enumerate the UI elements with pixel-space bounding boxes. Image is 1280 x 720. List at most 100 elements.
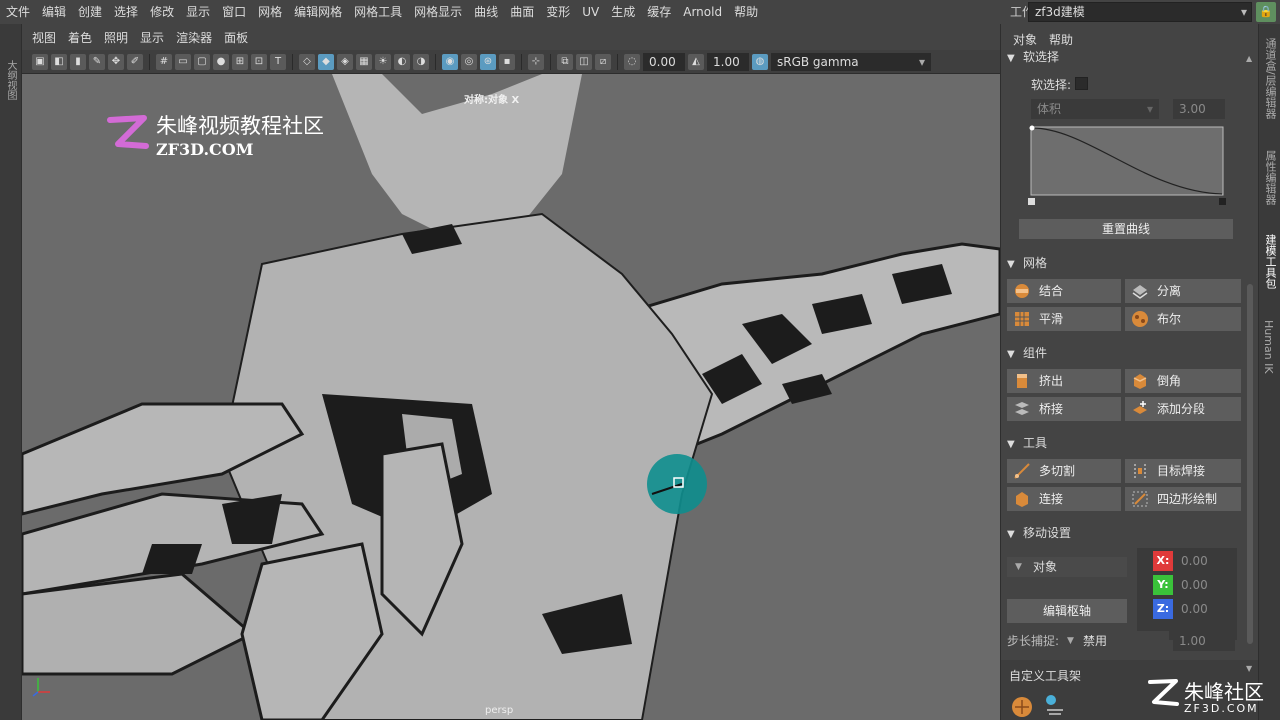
outliner-tab[interactable]: 大纲视图 (2, 60, 18, 100)
lights-icon[interactable]: ☀ (375, 53, 391, 70)
components-header[interactable]: ▼ 组件 (1007, 342, 1241, 364)
channel-box-tab[interactable]: 通道盒/层编辑器 (1262, 38, 1278, 119)
menu-item[interactable]: 曲线 (468, 0, 504, 24)
exposure-field[interactable]: 0.00 (643, 52, 685, 71)
viewport-menu-item[interactable]: 渲染器 (170, 29, 218, 46)
panel-menu-item[interactable]: 对象 (1007, 31, 1043, 48)
grease-pencil-icon[interactable]: ✐ (127, 53, 143, 70)
menu-item[interactable]: 变形 (540, 0, 576, 24)
viewport-menu-item[interactable]: 视图 (26, 29, 62, 46)
viewport-menu-item[interactable]: 照明 (98, 29, 134, 46)
target-weld-button[interactable]: 目标焊接 (1125, 459, 1241, 483)
color-management-icon[interactable]: ◍ (752, 53, 768, 70)
safe-action-icon[interactable]: ⊡ (251, 53, 267, 70)
viewport-menu-item[interactable]: 面板 (218, 29, 254, 46)
edit-pivot-button[interactable]: 编辑枢轴 (1007, 599, 1127, 623)
menu-item[interactable]: 编辑 (36, 0, 72, 24)
reset-curve-button[interactable]: 重置曲线 (1019, 219, 1233, 239)
safe-title-icon[interactable]: T (270, 53, 286, 70)
menu-item[interactable]: UV (576, 0, 605, 24)
scroll-down-icon[interactable]: ▼ (1246, 664, 1252, 673)
y-value-field[interactable]: 0.00 (1175, 575, 1235, 595)
separate-button[interactable]: 分离 (1125, 279, 1241, 303)
scroll-up-icon[interactable]: ▲ (1246, 54, 1252, 63)
menu-item[interactable]: Arnold (677, 0, 728, 24)
xray-components-icon[interactable]: ▪ (499, 53, 515, 70)
select-camera-icon[interactable]: ⊹ (528, 53, 544, 70)
z-value-field[interactable]: 0.00 (1175, 599, 1235, 619)
gamma-icon[interactable]: ◭ (688, 53, 704, 70)
menu-item[interactable]: 窗口 (216, 0, 252, 24)
shelf-boolean-icon[interactable] (1011, 696, 1033, 718)
bridge-button[interactable]: 桥接 (1007, 397, 1121, 421)
film-gate-icon[interactable]: ▭ (175, 53, 191, 70)
menu-item[interactable]: 文件 (0, 0, 36, 24)
move-space-dropdown[interactable]: ▼ 对象 (1007, 557, 1127, 577)
menu-item[interactable]: 编辑网格 (288, 0, 348, 24)
menu-item[interactable]: 生成 (605, 0, 641, 24)
scene-3d-model[interactable] (22, 74, 1000, 720)
falloff-radius-field[interactable]: 3.00 (1173, 99, 1225, 119)
bevel-button[interactable]: 倒角 (1125, 369, 1241, 393)
falloff-mode-dropdown[interactable]: 体积 ▾ (1031, 99, 1159, 119)
camera-icon[interactable]: ▣ (32, 53, 48, 70)
quad-draw-button[interactable]: 四边形绘制 (1125, 487, 1241, 511)
extrude-button[interactable]: 挤出 (1007, 369, 1121, 393)
menu-item[interactable]: 网格 (252, 0, 288, 24)
combine-button[interactable]: 结合 (1007, 279, 1121, 303)
isolate-select-icon[interactable]: ◉ (442, 53, 458, 70)
wireframe-icon[interactable]: ◇ (299, 53, 315, 70)
motion-blur-icon[interactable]: ◫ (576, 53, 592, 70)
workspace-dropdown[interactable]: zf3d建模 ▾ (1028, 2, 1252, 22)
multisample-icon[interactable]: ⧉ (557, 53, 573, 70)
move-settings-header[interactable]: ▼ 移动设置 (1007, 522, 1241, 544)
viewport-panel[interactable]: 视图 着色 照明 显示 渲染器 面板 ▣ ◧ ▮ ✎ ✥ ✐ # ▭ ▢ ● ⊞ ⊡ T … (22, 24, 1000, 720)
screen-space-icon[interactable]: ⧄ (595, 53, 611, 70)
attribute-editor-tab[interactable]: 属性编辑器 (1262, 150, 1278, 205)
ambient-occlusion-icon[interactable]: ◑ (413, 53, 429, 70)
shadows-icon[interactable]: ◐ (394, 53, 410, 70)
boolean-button[interactable]: 布尔 (1125, 307, 1241, 331)
colorspace-dropdown[interactable]: sRGB gamma ▾ (771, 52, 931, 71)
textured-icon[interactable]: ▦ (356, 53, 372, 70)
panel-menu-item[interactable]: 帮助 (1043, 31, 1079, 48)
step-snap-value-field[interactable]: 1.00 (1173, 631, 1235, 651)
pan-zoom-icon[interactable]: ✥ (108, 53, 124, 70)
exposure-icon[interactable]: ◌ (624, 53, 640, 70)
image-plane-icon[interactable]: ✎ (89, 53, 105, 70)
shelf-tool-icon[interactable] (1041, 692, 1069, 718)
soft-select-header[interactable]: ▼ 软选择 (1007, 46, 1241, 68)
smooth-button[interactable]: 平滑 (1007, 307, 1121, 331)
wireframe-on-shaded-icon[interactable]: ◈ (337, 53, 353, 70)
falloff-curve-graph[interactable] (1027, 124, 1227, 208)
connect-button[interactable]: 连接 (1007, 487, 1121, 511)
mesh-header[interactable]: ▼ 网格 (1007, 252, 1241, 274)
panel-scrollbar[interactable]: ▲ ▼ (1245, 54, 1255, 674)
xray-icon[interactable]: ◎ (461, 53, 477, 70)
step-snap-dropdown[interactable]: ▼ 禁用 (1063, 631, 1169, 651)
modeling-toolkit-tab[interactable]: 建模工具包 (1262, 234, 1278, 289)
menu-item[interactable]: 创建 (72, 0, 108, 24)
smooth-shade-icon[interactable]: ◆ (318, 53, 334, 70)
bookmark-icon[interactable]: ▮ (70, 53, 86, 70)
viewport-menu-item[interactable]: 显示 (134, 29, 170, 46)
grid-icon[interactable]: # (156, 53, 172, 70)
add-divisions-button[interactable]: 添加分段 (1125, 397, 1241, 421)
camera-attr-icon[interactable]: ◧ (51, 53, 67, 70)
xray-joints-icon[interactable]: ⊛ (480, 53, 496, 70)
scroll-thumb[interactable] (1247, 284, 1253, 644)
tools-header[interactable]: ▼ 工具 (1007, 432, 1241, 454)
multi-cut-button[interactable]: 多切割 (1007, 459, 1121, 483)
menu-item[interactable]: 曲面 (504, 0, 540, 24)
menu-item[interactable]: 网格工具 (348, 0, 408, 24)
soft-select-checkbox[interactable] (1075, 77, 1088, 90)
lock-icon[interactable]: 🔒 (1256, 2, 1276, 22)
menu-item[interactable]: 显示 (180, 0, 216, 24)
resolution-gate-icon[interactable]: ▢ (194, 53, 210, 70)
x-value-field[interactable]: 0.00 (1175, 551, 1235, 571)
gate-mask-icon[interactable]: ● (213, 53, 229, 70)
menu-item[interactable]: 修改 (144, 0, 180, 24)
human-ik-tab[interactable]: Human IK (1262, 320, 1275, 374)
gamma-field[interactable]: 1.00 (707, 52, 749, 71)
field-chart-icon[interactable]: ⊞ (232, 53, 248, 70)
